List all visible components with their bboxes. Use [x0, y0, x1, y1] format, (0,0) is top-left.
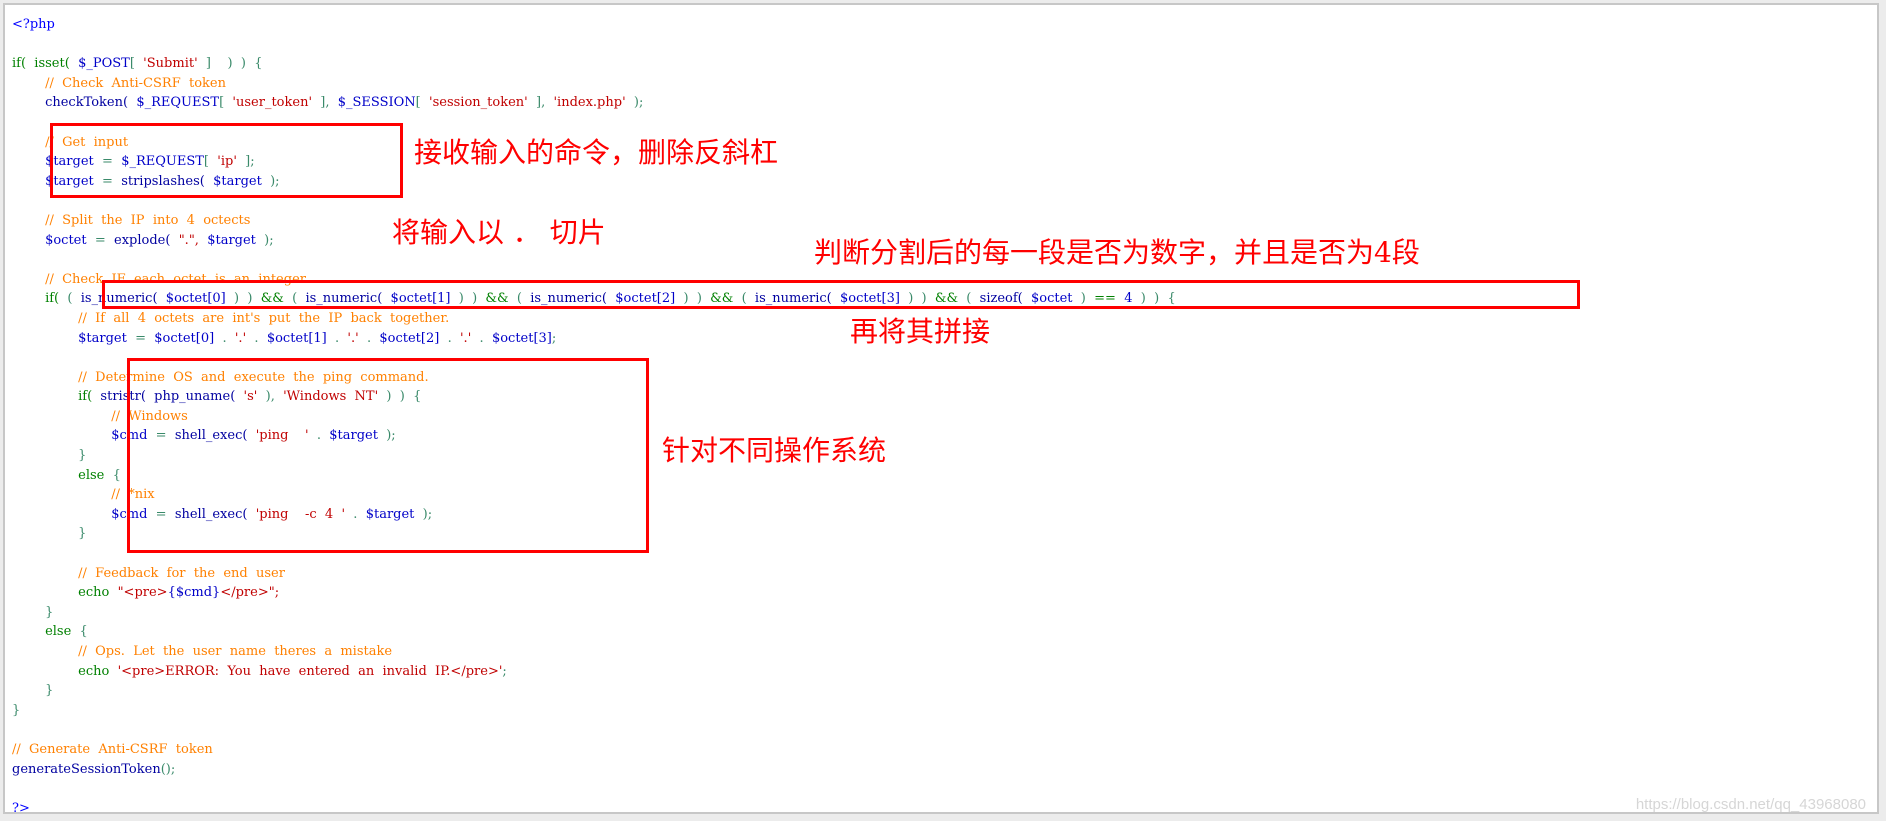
code-token: checkToken(	[45, 95, 129, 111]
code-token: ?>	[12, 800, 30, 816]
code-token: ) ) {	[211, 56, 263, 72]
code-token: '<pre>ERROR: You have entered an invalid…	[109, 663, 503, 679]
code-line: else {	[12, 622, 1176, 642]
code-token: =	[126, 330, 155, 346]
code-line: <?php	[12, 15, 1176, 35]
code-token: '.'	[459, 330, 472, 346]
code-token: // Split the IP into 4 octects	[45, 212, 251, 228]
code-token: $_POST	[69, 56, 130, 72]
code-token: }	[78, 526, 87, 542]
code-token: 'index.php'	[545, 95, 626, 111]
code-token: ],	[312, 95, 330, 111]
code-token: .	[358, 330, 380, 346]
code-token: if(	[45, 291, 60, 307]
code-line: echo "<pre>{$cmd}</pre>";	[12, 583, 1176, 603]
code-line: checkToken( $_REQUEST[ 'user_token' ], $…	[12, 93, 1176, 113]
code-token: ;	[502, 663, 507, 679]
code-token: explode(	[114, 232, 171, 248]
code-line: $target = $octet[0] . '.' . $octet[1] . …	[12, 329, 1176, 349]
code-token: // Generate Anti-CSRF token	[12, 741, 213, 757]
code-token: $octet[3]	[491, 330, 552, 346]
code-line: generateSessionToken();	[12, 760, 1176, 780]
code-token: ]	[197, 56, 211, 72]
code-line: if( isset( $_POST[ 'Submit' ] ) ) {	[12, 54, 1176, 74]
annotation-os-branch: 针对不同操作系统	[662, 434, 887, 467]
code-token: else	[78, 467, 105, 483]
code-token: ],	[527, 95, 546, 111]
code-token: if(	[12, 56, 27, 72]
code-line: }	[12, 701, 1176, 721]
code-token: ;	[551, 330, 557, 346]
code-token: 'session_token'	[420, 95, 528, 111]
code-token: else	[45, 624, 72, 640]
code-token: );	[625, 95, 644, 111]
code-token: // Feedback for the end user	[78, 565, 285, 581]
code-token: );	[255, 232, 274, 248]
code-line: // Ops. Let the user name theres a mista…	[12, 642, 1176, 662]
code-token: ".",	[170, 232, 199, 248]
code-token: "<pre>	[109, 585, 168, 601]
code-token: $target	[78, 330, 127, 346]
code-token: .	[439, 330, 460, 346]
highlight-box-numeric-check	[102, 280, 1580, 309]
highlight-box-os-branch	[127, 358, 649, 553]
code-token: .	[246, 330, 267, 346]
code-line: // Generate Anti-CSRF token	[12, 740, 1176, 760]
watermark: https://blog.csdn.net/qq_43968080	[1635, 796, 1866, 813]
code-line: echo '<pre>ERROR: You have entered an in…	[12, 662, 1176, 682]
code-token: $octet[0]	[154, 330, 215, 346]
code-token: <?php	[12, 17, 55, 32]
code-token: // If all 4 octets are int's put the IP …	[78, 310, 450, 326]
code-token: .	[326, 330, 348, 346]
highlight-box-get-input	[50, 123, 403, 198]
code-token: isset(	[26, 56, 70, 72]
annotation-get-input: 接收输入的命令，删除反斜杠	[414, 136, 779, 169]
code-token: 'Submit'	[134, 56, 198, 72]
code-token: echo	[78, 663, 110, 679]
code-token: '.'	[347, 330, 359, 346]
code-token: $target	[198, 232, 256, 248]
code-token: if(	[78, 389, 93, 405]
code-token: }	[12, 702, 21, 718]
code-line: // Feedback for the end user	[12, 564, 1176, 584]
code-token: $_SESSION	[329, 95, 416, 111]
code-line: ?>	[12, 799, 1176, 819]
annotation-split: 将输入以 ． 切片	[392, 216, 606, 249]
code-token: // Check Anti-CSRF token	[45, 75, 226, 91]
code-token: // Ops. Let the user name theres a mista…	[78, 644, 393, 659]
code-token: }	[45, 683, 54, 699]
code-token: $octet	[45, 232, 87, 248]
code-token: =	[86, 232, 115, 248]
code-token: (	[59, 291, 81, 307]
code-token: }	[45, 604, 54, 620]
code-line: // Check Anti-CSRF token	[12, 74, 1176, 94]
code-line: // If all 4 octets are int's put the IP …	[12, 309, 1176, 329]
code-line: }	[12, 603, 1176, 623]
code-token: {	[104, 467, 121, 483]
code-token: 'user_token'	[224, 95, 313, 111]
code-token: $_REQUEST	[128, 95, 220, 111]
code-token: </pre>";	[220, 585, 280, 601]
code-token: generateSessionToken	[12, 761, 161, 777]
code-token: {$cmd}	[167, 585, 221, 601]
code-token: $octet[2]	[379, 330, 440, 346]
code-token: .	[214, 330, 235, 346]
code-line: }	[12, 681, 1176, 701]
code-token: .	[471, 330, 492, 346]
code-token: echo	[78, 585, 110, 601]
code-token: ();	[160, 761, 176, 777]
annotation-check-numeric: 判断分割后的每一段是否为数字，并且是否为4段	[814, 236, 1420, 269]
annotation-rejoin: 再将其拼接	[850, 315, 991, 348]
code-token: $octet[1]	[266, 330, 327, 346]
code-token: }	[78, 448, 87, 464]
code-token: '.'	[234, 330, 247, 346]
code-token: {	[71, 624, 88, 640]
